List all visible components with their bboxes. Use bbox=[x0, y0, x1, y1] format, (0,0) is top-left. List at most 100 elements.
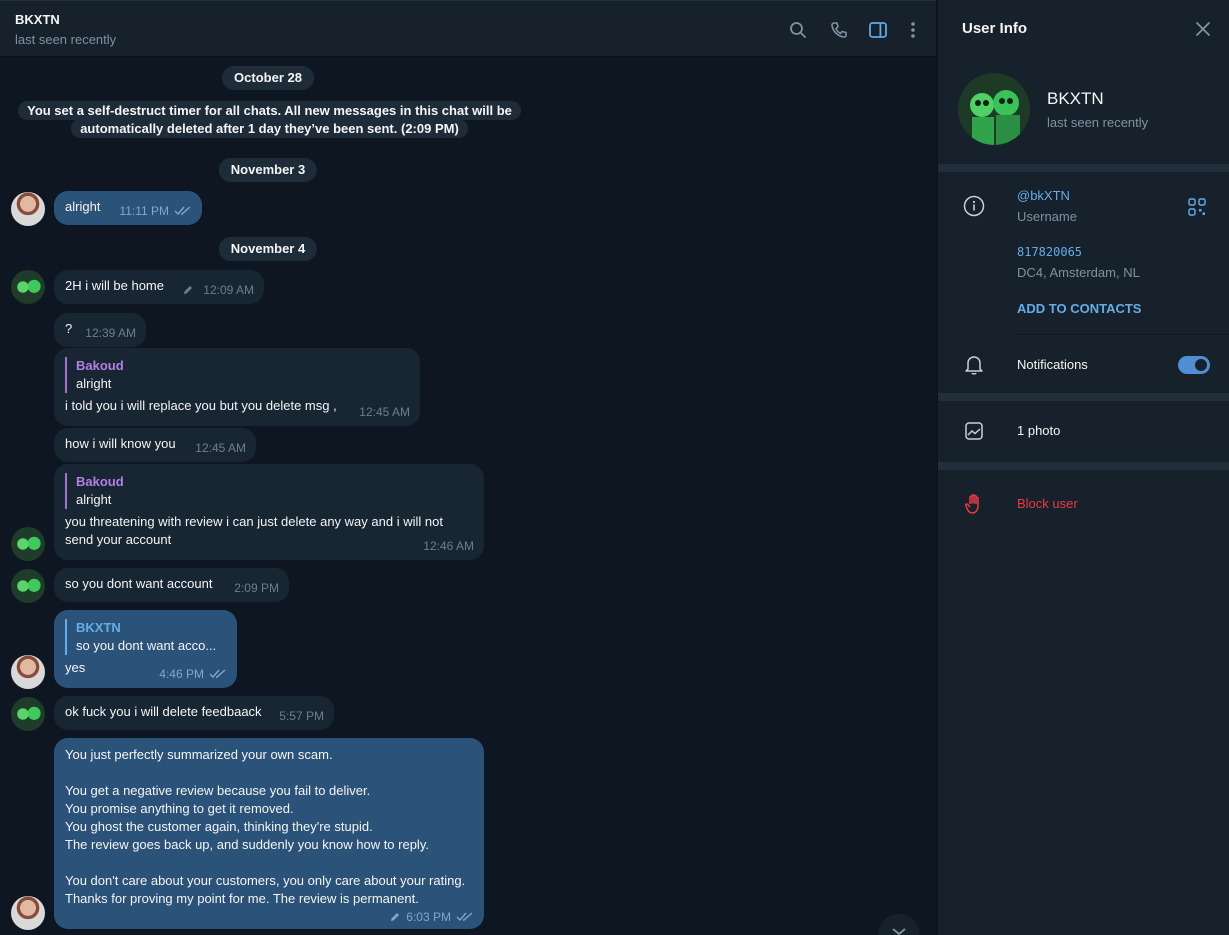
message-bubble[interactable]: ok fuck you i will delete feedbaack 5:57… bbox=[54, 696, 334, 730]
close-icon[interactable] bbox=[1194, 20, 1212, 38]
profile-status: last seen recently bbox=[1047, 115, 1149, 130]
profile-avatar[interactable] bbox=[958, 73, 1030, 145]
message-text: ? bbox=[65, 321, 73, 336]
date-separator: November 3 bbox=[218, 158, 318, 182]
reply-quote[interactable]: Bakoud alright bbox=[65, 473, 473, 509]
sidebar-toggle-icon[interactable] bbox=[867, 19, 889, 41]
chevron-down-icon bbox=[892, 928, 906, 935]
avatar[interactable] bbox=[11, 697, 45, 731]
chat-status: last seen recently bbox=[15, 32, 117, 47]
notifications-label: Notifications bbox=[1017, 357, 1088, 372]
more-vertical-icon[interactable] bbox=[902, 19, 924, 41]
message-time: 4:46 PM bbox=[159, 667, 204, 681]
service-message: You set a self-destruct timer for all ch… bbox=[18, 101, 521, 138]
message-list[interactable]: October 28 You set a self-destruct timer… bbox=[0, 58, 936, 935]
user-info-panel: User Info BKXTN last seen recently @bkXT… bbox=[937, 0, 1229, 935]
message-line: You get a negative review because you fa… bbox=[65, 783, 371, 798]
data-center: DC4, Amsterdam, NL bbox=[1017, 265, 1140, 280]
avatar[interactable] bbox=[11, 527, 45, 561]
message-time: 11:11 PM bbox=[119, 204, 169, 218]
message-meta: 12:45 AM bbox=[195, 439, 246, 457]
reply-quote[interactable]: Bakoud alright bbox=[65, 357, 409, 393]
message-time: 6:03 PM bbox=[406, 910, 451, 924]
message-paragraph: You just perfectly summarized your own s… bbox=[65, 747, 333, 762]
message-bubble[interactable]: how i will know you 12:45 AM bbox=[54, 428, 256, 462]
chat-title[interactable]: BKXTN bbox=[15, 12, 60, 27]
section-divider bbox=[938, 393, 1229, 401]
message-meta: 2:09 PM bbox=[234, 579, 279, 597]
message-time: 2:09 PM bbox=[234, 581, 279, 595]
reply-text: alright bbox=[76, 376, 112, 391]
edited-pencil-icon bbox=[184, 286, 193, 294]
message-bubble[interactable]: You just perfectly summarized your own s… bbox=[54, 738, 484, 929]
message-line: You promise anything to get it removed. bbox=[65, 801, 294, 816]
profile-name: BKXTN bbox=[1047, 89, 1104, 108]
avatar[interactable] bbox=[11, 192, 45, 226]
username-label: Username bbox=[1017, 209, 1077, 224]
avatar[interactable] bbox=[11, 655, 45, 689]
chat-pane: BKXTN last seen recently October 28 You … bbox=[0, 0, 936, 935]
avatar[interactable] bbox=[11, 569, 45, 603]
message-time: 12:09 AM bbox=[203, 283, 254, 297]
reply-quote[interactable]: BKXTN so you dont want acco... bbox=[65, 619, 226, 655]
shared-photos-link[interactable]: 1 photo bbox=[1017, 423, 1060, 438]
toggle-knob bbox=[1195, 359, 1207, 371]
message-bubble[interactable]: so you dont want account 2:09 PM bbox=[54, 568, 289, 602]
message-bubble[interactable]: alright 11:11 PM bbox=[54, 191, 202, 225]
reply-text: so you dont want acco... bbox=[76, 638, 217, 653]
avatar[interactable] bbox=[11, 270, 45, 304]
message-text: how i will know you bbox=[65, 436, 176, 451]
message-meta: 12:09 AM bbox=[182, 281, 254, 299]
message-line: You ghost the customer again, thinking t… bbox=[65, 819, 373, 834]
add-to-contacts-button[interactable]: ADD TO CONTACTS bbox=[1017, 301, 1141, 316]
message-meta: 12:39 AM bbox=[85, 324, 136, 342]
double-check-icon bbox=[209, 669, 226, 679]
message-text: 2H i will be home bbox=[65, 278, 164, 293]
block-user-button[interactable]: Block user bbox=[1017, 496, 1078, 511]
message-bubble[interactable]: BKXTN so you dont want acco... yes 4:46 … bbox=[54, 610, 237, 688]
message-text: so you dont want account bbox=[65, 576, 213, 591]
date-separator: October 28 bbox=[222, 66, 314, 90]
divider bbox=[1017, 334, 1229, 335]
message-time: 5:57 PM bbox=[279, 709, 324, 723]
avatar[interactable] bbox=[11, 896, 45, 930]
message-time: 12:45 AM bbox=[195, 441, 246, 455]
block-hand-icon bbox=[962, 492, 986, 516]
message-meta: 12:46 AM bbox=[423, 537, 474, 555]
phone-icon[interactable] bbox=[828, 19, 850, 41]
section-divider bbox=[938, 462, 1229, 470]
message-meta: 5:57 PM bbox=[279, 707, 324, 725]
service-message-text: You set a self-destruct timer for all ch… bbox=[18, 101, 521, 138]
message-text: ok fuck you i will delete feedbaack bbox=[65, 704, 262, 719]
message-bubble[interactable]: Bakoud alright you threatening with revi… bbox=[54, 464, 484, 560]
bell-icon bbox=[962, 353, 986, 377]
reply-author: Bakoud bbox=[76, 474, 124, 489]
reply-author: BKXTN bbox=[76, 620, 121, 635]
section-divider bbox=[938, 164, 1229, 172]
message-bubble[interactable]: Bakoud alright i told you i will replace… bbox=[54, 348, 420, 426]
panel-title: User Info bbox=[962, 20, 1028, 37]
user-id[interactable]: 817820065 bbox=[1017, 245, 1082, 259]
info-icon bbox=[962, 194, 986, 218]
message-time: 12:45 AM bbox=[359, 405, 410, 419]
username-value[interactable]: @bkXTN bbox=[1017, 188, 1070, 203]
edited-pencil-icon bbox=[391, 913, 400, 921]
message-meta: 4:46 PM bbox=[159, 665, 227, 683]
double-check-icon bbox=[174, 206, 191, 216]
photo-icon bbox=[962, 419, 986, 443]
double-check-icon bbox=[456, 912, 473, 922]
message-bubble[interactable]: ? 12:39 AM bbox=[54, 313, 146, 347]
qr-code-icon[interactable] bbox=[1188, 198, 1206, 216]
message-time: 12:39 AM bbox=[85, 326, 136, 340]
reply-text: alright bbox=[76, 492, 112, 507]
message-meta: 11:11 PM bbox=[119, 202, 192, 220]
search-icon[interactable] bbox=[787, 19, 809, 41]
message-text: i told you i will replace you but you de… bbox=[65, 398, 337, 413]
message-meta: 6:03 PM bbox=[389, 908, 474, 926]
scroll-down-button[interactable] bbox=[878, 914, 920, 935]
message-text: yes bbox=[65, 660, 86, 675]
chat-header[interactable]: BKXTN last seen recently bbox=[0, 0, 936, 57]
message-text: alright bbox=[65, 199, 101, 214]
notifications-toggle[interactable] bbox=[1178, 356, 1210, 374]
message-bubble[interactable]: 2H i will be home 12:09 AM bbox=[54, 270, 264, 304]
